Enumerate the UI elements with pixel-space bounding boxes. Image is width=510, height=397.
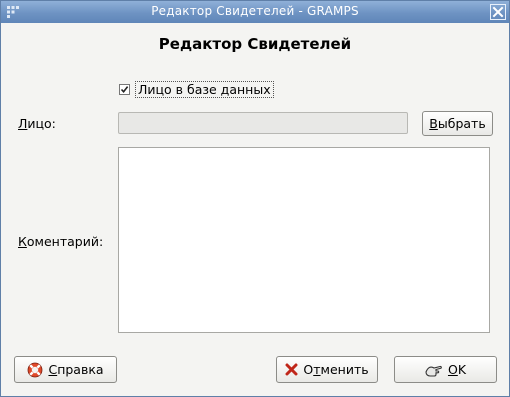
ok-label-end: K [457, 362, 467, 377]
dialog-window: Редактор Свидетелей - GRAMPS Редактор Св… [0, 0, 510, 397]
help-lifebuoy-icon [27, 362, 43, 378]
comment-label-rest: оментарий: [26, 234, 104, 249]
comment-textarea[interactable] [118, 147, 490, 333]
help-button[interactable]: Справка [14, 356, 117, 383]
ok-mnemonic: O [447, 362, 458, 377]
cancel-label-start: О [303, 362, 314, 377]
in-database-label[interactable]: Лицо в базе данных [135, 81, 274, 98]
ok-hand-icon [425, 363, 443, 377]
person-label-mnemonic: Л [18, 116, 28, 131]
cancel-mnemonic: т [313, 362, 321, 377]
help-mnemonic: С [48, 362, 58, 377]
select-button-rest: ыбрать [437, 116, 486, 131]
help-button-rest: правка [57, 362, 104, 377]
select-mnemonic: В [429, 116, 438, 131]
dialog-heading: Редактор Свидетелей [158, 35, 352, 53]
cancel-button[interactable]: От менить [276, 356, 378, 383]
comment-label: Коментарий: [18, 234, 103, 249]
ok-button[interactable]: OK [394, 356, 497, 383]
comment-label-mnemonic: К [18, 234, 27, 249]
cancel-x-icon [285, 363, 298, 376]
in-database-checkbox-row[interactable]: Лицо в базе данных [119, 81, 274, 98]
cancel-label-end: менить [320, 362, 369, 377]
person-label-rest: ицо: [27, 116, 56, 131]
person-label: Лицо: [18, 116, 56, 131]
close-icon[interactable] [490, 4, 506, 20]
window-title: Редактор Свидетелей - GRAMPS [151, 4, 359, 18]
in-database-checkbox[interactable] [119, 84, 130, 95]
title-bar[interactable]: Редактор Свидетелей - GRAMPS [1, 1, 509, 23]
person-field[interactable] [118, 112, 408, 134]
select-person-button[interactable]: Выбрать [422, 111, 493, 136]
